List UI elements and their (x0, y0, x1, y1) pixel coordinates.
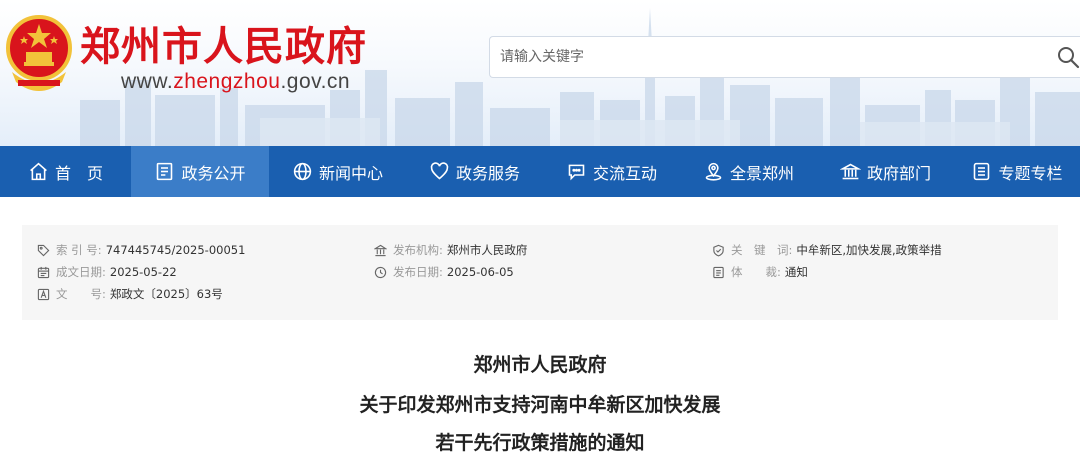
location-pin-icon (705, 162, 722, 181)
nav-item-news-center[interactable]: 新闻中心 (269, 146, 406, 197)
meta-value: 747445745/2025-00051 (105, 243, 246, 257)
meta-label: 索 引 号: (56, 243, 102, 257)
nav-label: 政务公开 (181, 163, 246, 183)
nav-item-interaction[interactable]: 交流互动 (543, 146, 680, 197)
document-title-line-1: 郑州市人民政府 (473, 354, 607, 376)
meta-value: 郑州市人民政府 (446, 243, 528, 257)
search-box (489, 36, 1080, 78)
document-title-line-2: 关于印发郑州市支持河南中牟新区加快发展 (359, 394, 721, 416)
government-building-icon (839, 163, 861, 180)
heart-icon (430, 162, 449, 180)
institution-icon (374, 244, 387, 256)
home-icon (30, 162, 47, 181)
meta-value: 通知 (784, 265, 808, 279)
nav-item-home[interactable]: 首 页 (0, 146, 131, 197)
meta-label: 发布日期: (393, 265, 443, 279)
nav-item-special-topics[interactable]: 专题专栏 (954, 146, 1080, 197)
chat-bubble-icon (568, 164, 585, 181)
meta-value: 中牟新区,加快发展,政策举措 (796, 243, 942, 257)
meta-label: 体 裁: (731, 265, 781, 279)
nav-label: 专题专栏 (998, 163, 1063, 183)
search-input[interactable] (500, 37, 1020, 77)
nav-item-government-services[interactable]: 政务服务 (406, 146, 543, 197)
calendar-icon (37, 266, 50, 278)
meta-value: 郑政文〔2025〕63号 (109, 287, 223, 301)
meta-publisher: 发布机构: 郑州市人民政府 (374, 241, 527, 259)
url-brand: zhengzhou (173, 70, 281, 93)
document-metadata-box: 索 引 号: 747445745/2025-00051 发布机构: 郑州市人民政… (22, 225, 1058, 320)
nav-item-departments[interactable]: 政府部门 (817, 146, 954, 197)
meta-created-date: 成文日期: 2025-05-22 (37, 263, 177, 281)
nav-label: 政府部门 (866, 163, 931, 183)
meta-label: 发布机构: (393, 243, 443, 257)
meta-published-date: 发布日期: 2025-06-05 (374, 263, 514, 281)
meta-document-number: 文 号: 郑政文〔2025〕63号 (37, 285, 223, 303)
meta-label: 成文日期: (56, 265, 106, 279)
meta-keywords: 关 键 词: 中牟新区,加快发展,政策举措 (712, 241, 942, 259)
document-list-icon (157, 162, 173, 181)
meta-label: 文 号: (56, 287, 106, 301)
site-header: 郑州市人民政府 www.zhengzhou.gov.cn (0, 0, 1080, 146)
meta-value: 2025-05-22 (109, 265, 177, 279)
nav-label: 交流互动 (592, 163, 657, 183)
column-list-icon (974, 162, 990, 181)
nav-label: 政务服务 (455, 163, 520, 183)
shield-check-icon (713, 244, 724, 256)
clock-icon (374, 266, 387, 278)
national-emblem-icon (6, 15, 72, 91)
meta-index-number: 索 引 号: 747445745/2025-00051 (37, 241, 245, 259)
meta-label: 关 键 词: (731, 243, 793, 257)
meta-genre: 体 裁: 通知 (712, 263, 808, 281)
nav-item-government-affairs[interactable]: 政务公开 (131, 146, 269, 197)
tag-icon (37, 244, 50, 256)
main-nav: 首 页 政务公开 新闻中心 政务服务 交流互动 全景郑州 政府部门 专题专栏 (0, 146, 1080, 197)
document-title-line-3: 若干先行政策措施的通知 (435, 432, 645, 454)
site-url[interactable]: www.zhengzhou.gov.cn (121, 70, 350, 94)
url-prefix: www. (121, 70, 174, 93)
nav-label: 新闻中心 (318, 163, 383, 183)
globe-icon (293, 162, 312, 181)
site-title[interactable]: 郑州市人民政府 (80, 14, 367, 72)
nav-item-panorama[interactable]: 全景郑州 (680, 146, 817, 197)
nav-label: 首 页 (54, 163, 103, 183)
magnifier-icon[interactable] (1056, 45, 1080, 69)
list-document-icon (713, 266, 724, 278)
meta-value: 2025-06-05 (446, 265, 514, 279)
text-document-icon (37, 288, 50, 300)
nav-label: 全景郑州 (729, 163, 794, 183)
url-suffix: .gov.cn (280, 70, 351, 93)
